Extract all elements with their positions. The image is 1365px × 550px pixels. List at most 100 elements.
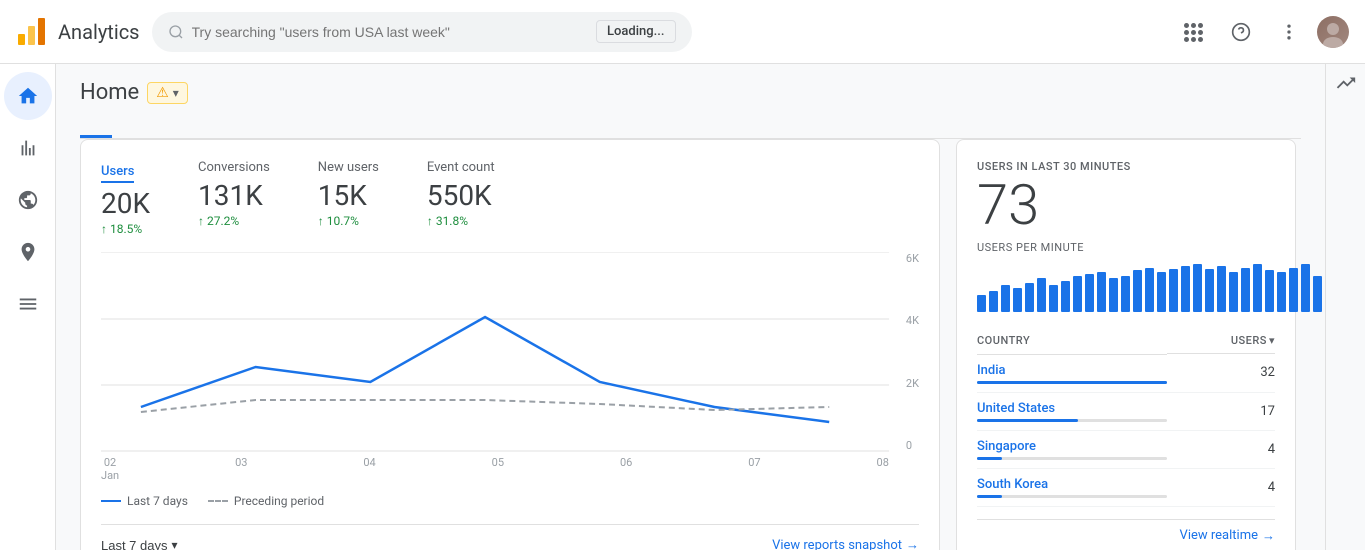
line-chart: 6K 4K 2K 0 xyxy=(101,252,919,452)
search-input[interactable] xyxy=(192,24,589,40)
advertising-icon xyxy=(17,241,39,263)
country-table-body: India 32 United States 17 Singapore xyxy=(977,354,1275,506)
y-label-4k: 4K xyxy=(906,314,919,327)
metric-conversions-label: Conversions xyxy=(198,160,270,175)
y-label-6k: 6K xyxy=(906,252,919,265)
country-table: COUNTRY USERS ▾ India 32 xyxy=(977,328,1275,507)
country-users: 32 xyxy=(1167,354,1275,392)
metric-users-change: ↑ 18.5% xyxy=(101,222,150,236)
legend-line-dashed xyxy=(208,500,228,502)
legend-current-label: Last 7 days xyxy=(127,494,188,508)
users-sort-icon[interactable]: ▾ xyxy=(1269,334,1275,347)
bar-item xyxy=(1157,272,1166,312)
country-bar xyxy=(977,495,1002,498)
more-options-button[interactable] xyxy=(1269,12,1309,52)
metric-conversions[interactable]: Conversions 131K ↑ 27.2% xyxy=(198,160,270,236)
bar-item xyxy=(1013,288,1022,312)
trending-icon xyxy=(1335,72,1357,94)
bar-item xyxy=(1301,264,1310,312)
date-range-button[interactable]: Last 7 days ▾ xyxy=(101,538,178,550)
sidebar-item-explore[interactable] xyxy=(4,176,52,224)
bar-item xyxy=(1025,283,1034,312)
sidebar-item-configure[interactable] xyxy=(4,280,52,328)
country-header: COUNTRY xyxy=(977,328,1167,354)
metric-event-count[interactable]: Event count 550K ↑ 31.8% xyxy=(427,160,495,236)
metric-new-users[interactable]: New users 15K ↑ 10.7% xyxy=(318,160,379,236)
legend-previous: Preceding period xyxy=(208,494,324,508)
y-label-2k: 2K xyxy=(906,377,919,390)
arrow-right-icon: → xyxy=(906,537,919,550)
dropdown-arrow: ▾ xyxy=(173,86,179,100)
country-bar-wrap xyxy=(977,381,1167,384)
avatar[interactable] xyxy=(1317,16,1349,48)
bar-item xyxy=(1097,272,1106,312)
realtime-footer: View realtime → xyxy=(977,519,1275,544)
bar-item xyxy=(989,291,998,312)
help-button[interactable] xyxy=(1221,12,1261,52)
search-bar[interactable]: Loading... xyxy=(152,12,692,52)
bar-item xyxy=(1181,266,1190,312)
bar-item xyxy=(1085,274,1094,312)
tab-overview[interactable] xyxy=(80,121,112,138)
bar-item xyxy=(1265,270,1274,312)
search-icon xyxy=(168,24,184,40)
page-title: Home xyxy=(80,80,139,105)
x-axis: 02 Jan 03 04 05 06 07 08 xyxy=(101,456,919,482)
warning-badge[interactable]: ⚠ ▾ xyxy=(147,82,188,104)
y-label-0: 0 xyxy=(906,439,919,452)
country-cell: South Korea xyxy=(977,468,1167,506)
main-chart-card: Users 20K ↑ 18.5% Conversions 131K ↑ 27.… xyxy=(80,139,940,550)
realtime-card: USERS IN LAST 30 MINUTES 73 USERS PER MI… xyxy=(956,139,1296,550)
realtime-arrow-icon: → xyxy=(1262,528,1275,544)
country-row: India 32 xyxy=(977,354,1275,392)
x-label-03: 03 xyxy=(235,456,247,482)
loading-badge: Loading... xyxy=(596,20,675,43)
cards-row: Users 20K ↑ 18.5% Conversions 131K ↑ 27.… xyxy=(80,139,1301,550)
home-icon xyxy=(17,85,39,107)
topbar: Analytics Loading... xyxy=(0,0,1365,64)
country-name[interactable]: Singapore xyxy=(977,439,1167,454)
sidebar-item-advertising[interactable] xyxy=(4,228,52,276)
bar-item xyxy=(1289,268,1298,312)
bar-item xyxy=(1121,276,1130,312)
metric-event-change: ↑ 31.8% xyxy=(427,214,495,228)
legend-line-solid xyxy=(101,500,121,502)
avatar-image xyxy=(1317,16,1349,48)
bar-item xyxy=(1145,268,1154,312)
x-label-04: 04 xyxy=(363,456,375,482)
view-realtime-link[interactable]: View realtime → xyxy=(977,528,1275,544)
sidebar-item-reports[interactable] xyxy=(4,124,52,172)
bar-item xyxy=(1193,264,1202,312)
sidebar-item-home[interactable] xyxy=(4,72,52,120)
x-label-02: 02 xyxy=(104,456,116,469)
right-panel xyxy=(1325,64,1365,550)
bar-item xyxy=(1037,278,1046,312)
insights-panel-icon[interactable] xyxy=(1335,72,1357,99)
country-name[interactable]: United States xyxy=(977,401,1167,416)
chart-legend: Last 7 days Preceding period xyxy=(101,494,919,508)
country-name[interactable]: South Korea xyxy=(977,477,1167,492)
analytics-logo xyxy=(16,16,48,48)
main-layout: Home ⚠ ▾ Users 20K ↑ 18.5% xyxy=(0,64,1365,550)
apps-icon xyxy=(1184,23,1202,41)
bar-item xyxy=(1217,266,1226,312)
warning-icon: ⚠ xyxy=(156,85,169,101)
bar-item xyxy=(1073,276,1082,312)
view-reports-link[interactable]: View reports snapshot → xyxy=(772,537,919,550)
bar-item xyxy=(1313,276,1322,312)
view-reports-label: View reports snapshot xyxy=(772,538,902,550)
country-cell: United States xyxy=(977,392,1167,430)
logo-area: Analytics xyxy=(16,16,140,48)
bar-item xyxy=(1049,285,1058,312)
metric-users-value: 20K xyxy=(101,187,150,220)
metric-users[interactable]: Users 20K ↑ 18.5% xyxy=(101,160,150,236)
bar-item xyxy=(1001,285,1010,312)
metric-users-label: Users xyxy=(101,164,134,183)
grid-apps-button[interactable] xyxy=(1173,12,1213,52)
tabs xyxy=(80,121,1301,139)
metric-new-users-change: ↑ 10.7% xyxy=(318,214,379,228)
bar-chart-icon xyxy=(17,137,39,159)
bar-item xyxy=(977,295,986,312)
metric-new-users-label: New users xyxy=(318,160,379,175)
country-name[interactable]: India xyxy=(977,363,1167,378)
